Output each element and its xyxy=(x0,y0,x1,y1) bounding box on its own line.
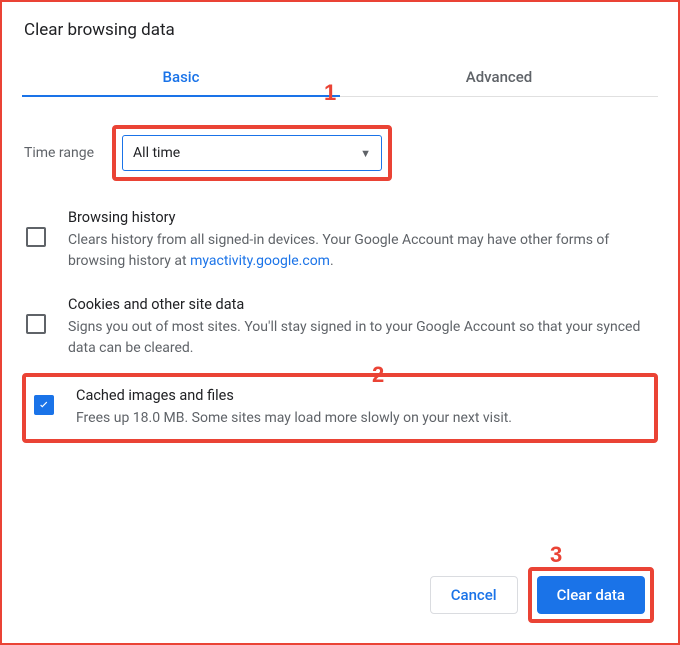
history-desc-post: . xyxy=(330,253,334,269)
time-range-value: All time xyxy=(133,145,180,161)
annotation-number-2: 2 xyxy=(372,362,384,388)
clear-browsing-data-dialog: Clear browsing data Basic Advanced Time … xyxy=(2,2,678,643)
myactivity-link[interactable]: myactivity.google.com xyxy=(190,253,330,269)
option-title-cache: Cached images and files xyxy=(76,387,650,404)
option-browsing-history: Browsing history Clears history from all… xyxy=(22,199,658,286)
dialog-footer: Cancel Clear data xyxy=(22,547,658,623)
cancel-button[interactable]: Cancel xyxy=(430,576,518,614)
time-range-row: Time range All time ▼ xyxy=(24,125,658,181)
tab-basic[interactable]: Basic xyxy=(22,58,340,96)
annotation-number-3: 3 xyxy=(550,542,562,568)
option-desc-history: Clears history from all signed-in device… xyxy=(68,230,658,272)
option-title-cookies: Cookies and other site data xyxy=(68,296,658,313)
spacer xyxy=(22,443,658,547)
chevron-down-icon: ▼ xyxy=(360,147,371,160)
options-list: Browsing history Clears history from all… xyxy=(22,199,658,443)
time-range-label: Time range xyxy=(24,145,94,161)
option-text: Browsing history Clears history from all… xyxy=(68,209,658,272)
checkbox-browsing-history[interactable] xyxy=(26,227,46,247)
annotation-box-1: All time ▼ xyxy=(112,125,392,181)
option-cookies: Cookies and other site data Signs you ou… xyxy=(22,286,658,373)
tab-advanced[interactable]: Advanced xyxy=(340,58,658,96)
option-text: Cached images and files Frees up 18.0 MB… xyxy=(76,387,650,429)
checkbox-cookies[interactable] xyxy=(26,314,46,334)
annotation-box-2: Cached images and files Frees up 18.0 MB… xyxy=(22,373,658,443)
tabs: Basic Advanced xyxy=(22,58,658,97)
checkbox-cache[interactable] xyxy=(34,395,54,415)
annotation-box-3: Clear data xyxy=(528,567,654,623)
clear-data-button[interactable]: Clear data xyxy=(537,576,645,614)
dialog-title: Clear browsing data xyxy=(24,20,658,40)
option-text: Cookies and other site data Signs you ou… xyxy=(68,296,658,359)
option-title-history: Browsing history xyxy=(68,209,658,226)
option-desc-cookies: Signs you out of most sites. You'll stay… xyxy=(68,317,658,359)
history-desc-pre: Clears history from all signed-in device… xyxy=(68,232,609,269)
time-range-select[interactable]: All time ▼ xyxy=(122,135,382,171)
annotation-number-1: 1 xyxy=(324,80,336,106)
option-desc-cache: Frees up 18.0 MB. Some sites may load mo… xyxy=(76,408,650,429)
option-cache: Cached images and files Frees up 18.0 MB… xyxy=(30,383,650,433)
